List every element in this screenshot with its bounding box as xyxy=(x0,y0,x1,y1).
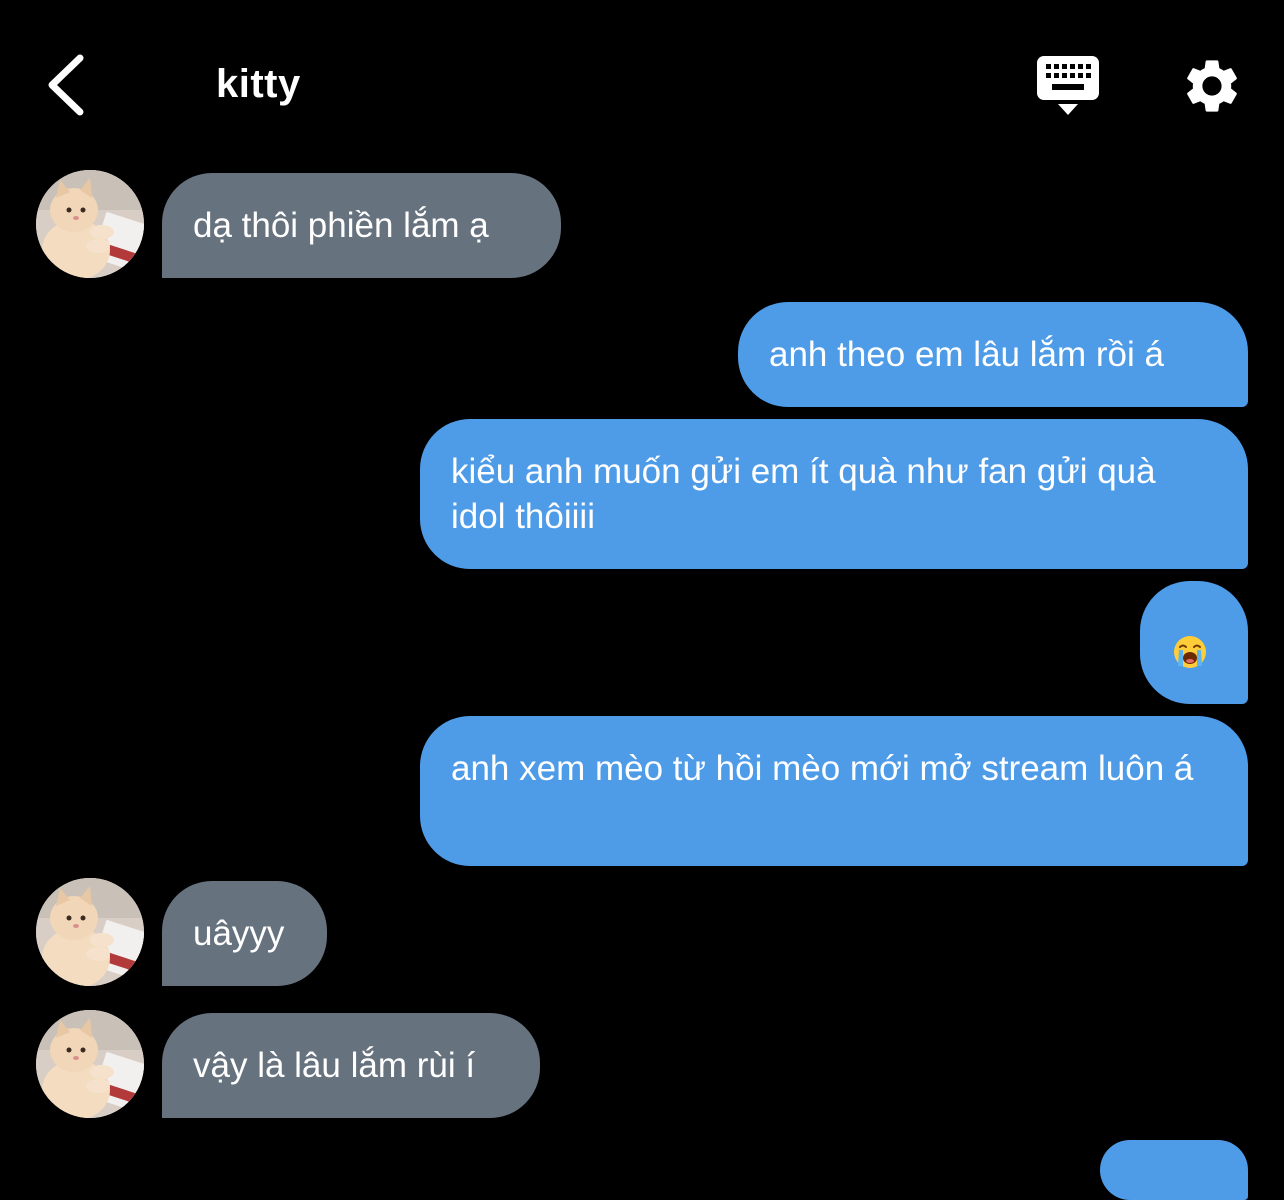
gear-icon xyxy=(1187,60,1237,112)
incoming-message[interactable]: dạ thôi phiền lắm ạ xyxy=(162,173,561,278)
outgoing-message[interactable]: kiểu anh muốn gửi em ít quà như fan gửi … xyxy=(420,419,1248,569)
message-text: uâyyy xyxy=(193,914,285,953)
chat-header: kitty xyxy=(0,0,1284,160)
outgoing-message[interactable]: anh theo em lâu lắm rồi á xyxy=(738,302,1248,407)
message-text: anh xem mèo từ hồi mèo mới mở stream luô… xyxy=(451,749,1194,788)
settings-button[interactable] xyxy=(1180,54,1244,118)
incoming-message[interactable]: vậy là lâu lắm rùi í xyxy=(162,1013,540,1118)
contact-avatar[interactable] xyxy=(36,1010,144,1118)
loudly-crying-face-emoji xyxy=(1174,635,1206,668)
keyboard-button[interactable] xyxy=(1034,54,1102,120)
keyboard-icon xyxy=(1037,56,1099,115)
back-button[interactable] xyxy=(40,50,100,120)
chat-title: kitty xyxy=(216,62,301,106)
message-text: kiểu anh muốn gửi em ít quà như fan gửi … xyxy=(451,452,1156,536)
message-text: vậy là lâu lắm rùi í xyxy=(193,1046,476,1085)
chevron-left-icon xyxy=(48,54,84,116)
outgoing-message[interactable]: anh xem mèo từ hồi mèo mới mở stream luô… xyxy=(420,716,1248,866)
message-text: anh theo em lâu lắm rồi á xyxy=(769,335,1164,374)
outgoing-message-partial[interactable] xyxy=(1100,1140,1248,1200)
contact-avatar[interactable] xyxy=(36,170,144,278)
incoming-message[interactable]: uâyyy xyxy=(162,881,327,986)
outgoing-message[interactable] xyxy=(1140,581,1248,704)
contact-avatar[interactable] xyxy=(36,878,144,986)
message-text: dạ thôi phiền lắm ạ xyxy=(193,206,489,245)
